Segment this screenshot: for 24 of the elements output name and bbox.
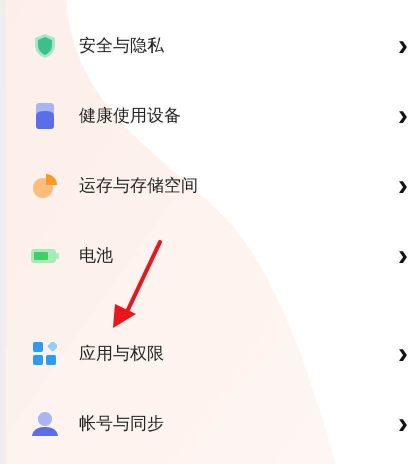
- row-label: 健康使用设备: [79, 105, 182, 128]
- chevron-icon: ›: [398, 171, 408, 201]
- row-label: 应用与权限: [79, 343, 165, 366]
- settings-row[interactable]: 电池 ›: [6, 221, 420, 291]
- settings-row[interactable]: 安全与隐私 ›: [6, 11, 420, 81]
- device-icon: [35, 103, 55, 129]
- row-label: 安全与隐私: [79, 35, 165, 58]
- settings-row[interactable]: 健康使用设备 ›: [6, 81, 420, 151]
- chevron-icon: ›: [398, 409, 408, 439]
- chevron-icon: ›: [398, 31, 408, 61]
- apps-icon: [33, 342, 57, 366]
- chevron-icon: ›: [398, 241, 408, 271]
- battery-icon: [31, 249, 59, 263]
- row-label: 帐号与同步: [79, 413, 165, 436]
- row-label: 运存与存储空间: [79, 175, 199, 198]
- pie-chart-icon: [32, 173, 58, 199]
- chevron-icon: ›: [398, 339, 408, 369]
- shield-icon: [33, 33, 57, 59]
- settings-row[interactable]: 帐号与同步 ›: [6, 389, 420, 459]
- person-icon: [31, 411, 59, 437]
- row-label: 电池: [79, 245, 114, 268]
- chevron-icon: ›: [398, 101, 408, 131]
- settings-row[interactable]: 应用与权限 ›: [6, 319, 420, 389]
- settings-row[interactable]: 运存与存储空间 ›: [6, 151, 420, 221]
